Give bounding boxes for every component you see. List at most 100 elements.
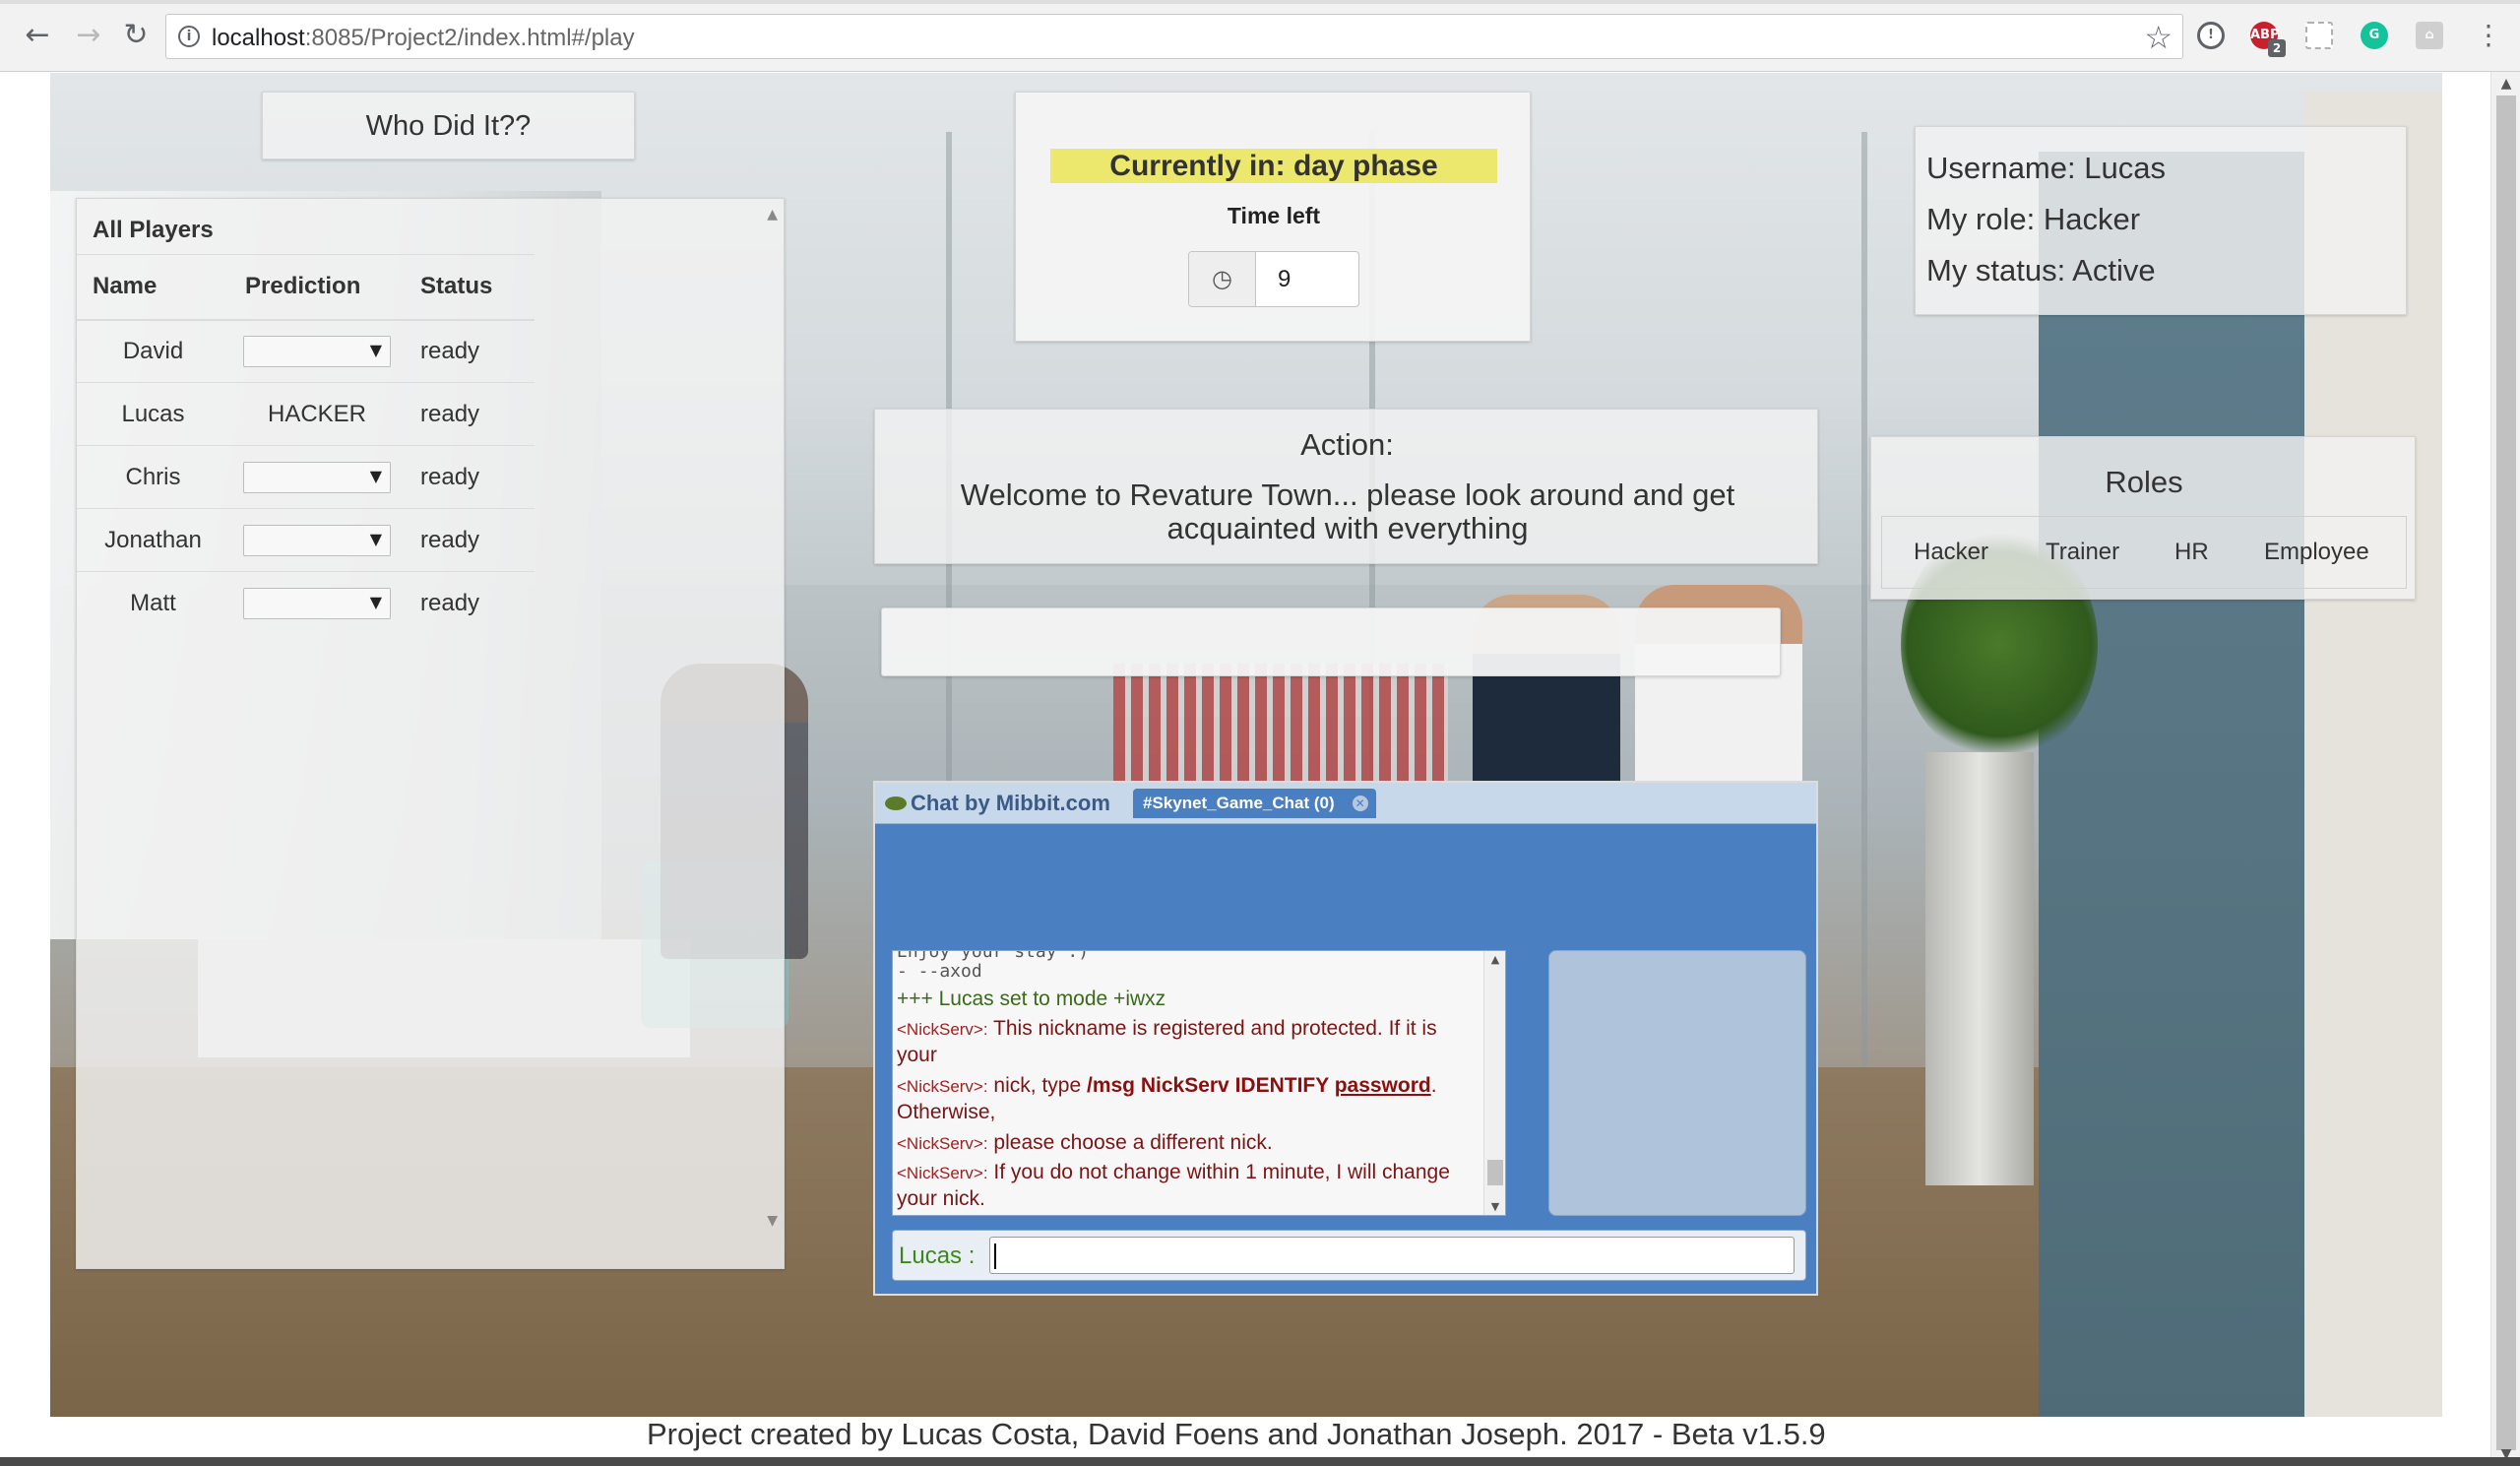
table-row: David ▼ ready [77, 319, 535, 383]
player-name: David [77, 319, 229, 383]
chat-text: nick, type [987, 1074, 1087, 1097]
chat-line: <NickServ>: nick, type /msg NickServ IDE… [897, 1073, 1480, 1125]
scrollbar-thumb[interactable] [2496, 96, 2516, 1450]
chat-scroll-up-icon[interactable]: ▲ [1484, 953, 1505, 966]
chat-message-input[interactable] [989, 1237, 1795, 1274]
adblock-badge: 2 [2268, 39, 2286, 57]
player-status: ready [405, 508, 535, 572]
window-bottom-edge [0, 1457, 2520, 1466]
chat-brand[interactable]: Chat by Mibbit.com [885, 791, 1110, 816]
players-scroll-up-icon[interactable]: ▲ [767, 207, 778, 223]
roles-panel: Roles Hacker Trainer HR Employee [1870, 436, 2416, 600]
action-input-box[interactable] [881, 607, 1781, 676]
chat-tab-bar: Chat by Mibbit.com #Skynet_Game_Chat (0)… [875, 783, 1816, 824]
chevron-down-icon: ▼ [369, 340, 382, 359]
chat-log[interactable]: Enjoy your stay :) - --axod +++ Lucas se… [892, 950, 1506, 1216]
column-header-status: Status [405, 254, 535, 321]
player-status: ready [405, 445, 535, 509]
url-path: :8085/Project2/index.html#/play [304, 25, 635, 51]
role-item[interactable]: Hacker [1914, 539, 1988, 566]
phase-banner: Currently in: day phase [1050, 149, 1497, 183]
time-left-label: Time left [1227, 203, 1321, 228]
players-panel[interactable]: All Players ▲ ▼ Name Prediction Status D… [76, 198, 785, 1269]
roles-title: Roles [2105, 465, 2183, 499]
column-header-name: Name [77, 254, 229, 321]
prediction-select[interactable]: ▼ [243, 587, 391, 619]
table-row: Lucas HACKER ready [77, 382, 535, 446]
prediction-text: HACKER [229, 382, 405, 446]
back-arrow-icon[interactable]: ← [20, 18, 55, 53]
table-row: Matt ▼ ready [77, 571, 535, 635]
chat-widget: Chat by Mibbit.com #Skynet_Game_Chat (0)… [873, 781, 1818, 1296]
scroll-up-icon[interactable]: ▲ [2491, 72, 2520, 96]
chat-user-list[interactable] [1548, 950, 1806, 1216]
role-item[interactable]: Employee [2264, 539, 2369, 566]
chat-scroll-down-icon[interactable]: ▼ [1484, 1200, 1505, 1213]
chat-input-nick: Lucas : [899, 1243, 976, 1269]
chat-line: <NickServ>: This nickname is registered … [897, 1016, 1480, 1068]
prediction-select[interactable]: ▼ [243, 335, 391, 367]
text-cursor [994, 1243, 996, 1269]
chat-line: <NickServ>: If you do not change within … [897, 1160, 1480, 1212]
action-panel: Action: Welcome to Revature Town... plea… [874, 409, 1818, 564]
chat-line: +++ Lucas set to mode +iwxz [897, 988, 1166, 1010]
screenshot-extension-icon[interactable] [2305, 22, 2333, 49]
column-header-prediction: Prediction [229, 254, 405, 321]
chat-line: - --axod [897, 961, 982, 982]
players-table: Name Prediction Status David ▼ ready Luc… [77, 254, 535, 635]
chat-channel-tab[interactable]: #Skynet_Game_Chat (0) ✕ [1133, 789, 1376, 818]
player-status: ready [405, 319, 535, 383]
mibbit-logo-icon [885, 797, 907, 810]
chevron-down-icon: ▼ [369, 529, 382, 548]
grammarly-icon[interactable]: G [2361, 22, 2388, 49]
chat-command: /msg NickServ IDENTIFY [1086, 1074, 1335, 1097]
chat-text: please choose a different nick. [987, 1131, 1273, 1154]
browser-menu-icon[interactable]: ⋮ [2475, 18, 2502, 53]
site-info-icon[interactable]: i [178, 26, 200, 47]
roles-list: Hacker Trainer HR Employee [1881, 516, 2407, 589]
chat-nick: <NickServ>: [897, 1020, 988, 1039]
chat-scroll-thumb[interactable] [1487, 1160, 1503, 1185]
chat-log-scrollbar[interactable]: ▲ ▼ [1483, 951, 1505, 1215]
prediction-select[interactable]: ▼ [243, 524, 391, 556]
adblock-icon[interactable]: ABP 2 [2250, 22, 2286, 57]
role-text: My role: Hacker [1926, 202, 2141, 236]
footer-text: Project created by Lucas Costa, David Fo… [647, 1417, 1826, 1451]
url-text[interactable]: localhost:8085/Project2/index.html#/play [212, 25, 635, 52]
user-info-panel: Username: Lucas My role: Hacker My statu… [1915, 126, 2407, 315]
player-status: ready [405, 382, 535, 446]
role-item[interactable]: HR [2174, 539, 2209, 566]
address-bar[interactable]: i localhost:8085/Project2/index.html#/pl… [165, 14, 2183, 59]
role-item[interactable]: Trainer [2046, 539, 2119, 566]
action-message: Welcome to Revature Town... please look … [960, 478, 1735, 545]
players-table-header: Name Prediction Status [77, 254, 535, 321]
grammarly-label: G [2368, 28, 2380, 42]
player-status: ready [405, 571, 535, 635]
player-name: Jonathan [77, 508, 229, 572]
player-name: Lucas [77, 382, 229, 446]
chat-nick: <NickServ>: [897, 1077, 988, 1096]
browser-toolbar: ← → ↻ i localhost:8085/Project2/index.ht… [0, 0, 2520, 72]
chat-underlined: password [1334, 1074, 1431, 1097]
action-title: Action: [1300, 427, 1394, 462]
time-left-value: 9 [1278, 266, 1292, 292]
bookmark-star-icon[interactable]: ☆ [2144, 19, 2173, 56]
forward-arrow-icon[interactable]: → [71, 18, 106, 53]
chat-brand-label: Chat by Mibbit.com [911, 791, 1110, 815]
chat-nick: <NickServ>: [897, 1164, 988, 1182]
url-host: localhost [212, 25, 305, 51]
chevron-down-icon: ▼ [369, 592, 382, 611]
chat-channel-tab-label: #Skynet_Game_Chat (0) [1143, 794, 1335, 812]
puzzle-extension-icon[interactable]: ⌂ [2416, 22, 2443, 49]
player-name: Matt [77, 571, 229, 635]
username-text: Username: Lucas [1926, 151, 2166, 185]
page-scrollbar[interactable]: ▲ ▼ [2490, 72, 2520, 1466]
close-icon[interactable]: ✕ [1352, 796, 1368, 811]
prediction-select[interactable]: ▼ [243, 461, 391, 493]
reload-icon[interactable]: ↻ [118, 18, 154, 53]
info-extension-icon[interactable]: ! [2197, 22, 2225, 49]
phase-panel: Currently in: day phase Time left ◷ 9 [1015, 92, 1531, 342]
chat-input-bar: Lucas : [892, 1230, 1806, 1281]
tab-strip [0, 0, 2520, 4]
players-scroll-down-icon[interactable]: ▼ [767, 1213, 778, 1229]
